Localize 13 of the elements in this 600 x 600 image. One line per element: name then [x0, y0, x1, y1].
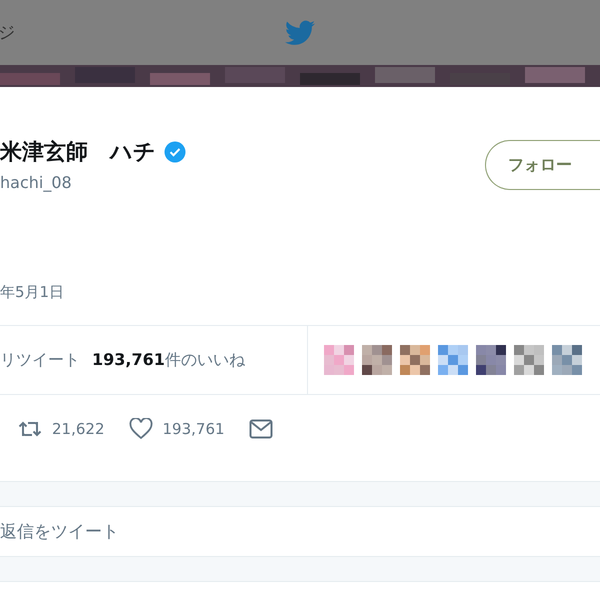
like-count: 193,761 [162, 420, 225, 438]
heart-icon[interactable] [128, 418, 152, 440]
like-count-label[interactable]: 193,761件のいいね [92, 350, 245, 370]
author-name[interactable]: 米津玄師 ハチ [0, 137, 156, 167]
page-title: ジ [0, 22, 15, 44]
follow-button[interactable]: フォロー [485, 140, 600, 190]
reply-field[interactable]: 返信をツイート [0, 507, 600, 556]
mail-icon[interactable] [248, 419, 273, 439]
retweet-icon[interactable] [18, 419, 42, 439]
retweet-count-label[interactable]: リツイート [0, 350, 80, 370]
tweet-date: 年5月1日 [0, 283, 66, 303]
author-handle[interactable]: hachi_08 [0, 173, 186, 192]
retweet-count: 21,622 [52, 420, 104, 438]
